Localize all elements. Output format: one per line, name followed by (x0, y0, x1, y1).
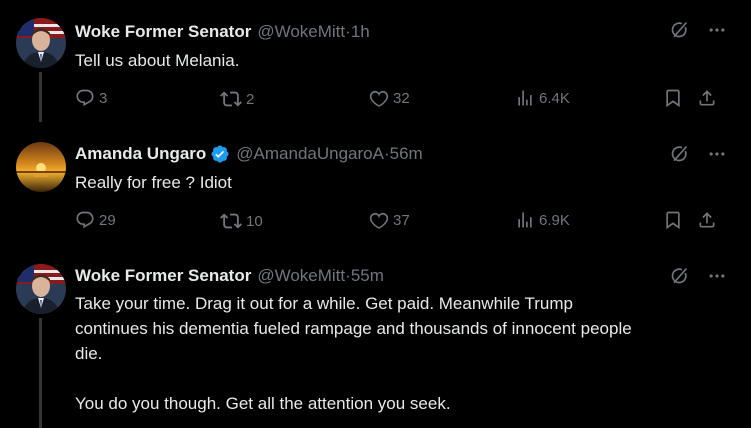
views-count: 6.9K (539, 211, 570, 229)
reply-button[interactable]: 3 (75, 88, 107, 108)
like-button[interactable]: 32 (369, 88, 410, 108)
tweet-text-line: Take your time. Drag it out for a while.… (75, 294, 573, 313)
tweet-top-actions (669, 266, 727, 286)
bookmark-button[interactable] (663, 210, 683, 230)
like-count: 37 (393, 211, 410, 229)
views-button[interactable]: 6.4K (515, 88, 570, 108)
like-icon (369, 88, 389, 108)
retweet-button[interactable]: 2 (220, 88, 254, 110)
grok-icon[interactable] (669, 144, 689, 164)
like-button[interactable]: 37 (369, 210, 410, 230)
tweet-top-actions (669, 144, 727, 164)
tweet-text-line: die. (75, 344, 103, 363)
retweet-icon (220, 88, 242, 110)
tweet-text: Take your time. Drag it out for a while.… (75, 291, 735, 416)
tweet-header: Amanda Ungaro @AmandaUngaroA · 56m (75, 142, 423, 166)
reply-count: 29 (99, 211, 116, 229)
views-count: 6.4K (539, 89, 570, 107)
user-handle[interactable]: @WokeMitt (257, 22, 345, 42)
bookmark-icon (663, 210, 683, 230)
display-name[interactable]: Woke Former Senator (75, 266, 251, 286)
bookmark-icon (663, 88, 683, 108)
views-button[interactable]: 6.9K (515, 210, 570, 230)
reply-button[interactable]: 29 (75, 210, 116, 230)
tweet-text: Really for free ? Idiot (75, 173, 232, 192)
views-icon (515, 88, 535, 108)
share-icon (697, 88, 717, 108)
share-button[interactable] (697, 210, 717, 230)
avatar[interactable] (16, 264, 66, 314)
reply-count: 3 (99, 89, 108, 107)
display-name[interactable]: Amanda Ungaro (75, 144, 206, 164)
share-button[interactable] (697, 88, 717, 108)
more-icon[interactable] (707, 144, 727, 164)
views-icon (515, 210, 535, 230)
tweet-text-blank-line (75, 366, 735, 391)
tweet-header: Woke Former Senator @WokeMitt · 1h (75, 20, 370, 44)
tweet-header: Woke Former Senator @WokeMitt · 55m (75, 264, 384, 288)
grok-icon[interactable] (669, 20, 689, 40)
timestamp[interactable]: 1h (351, 22, 370, 42)
avatar[interactable] (16, 18, 66, 68)
timestamp[interactable]: 55m (351, 266, 384, 286)
user-handle[interactable]: @AmandaUngaroA (236, 144, 384, 164)
tweet[interactable]: Woke Former Senator @WokeMitt · 55m Take… (0, 258, 751, 428)
user-handle[interactable]: @WokeMitt (257, 266, 345, 286)
share-icon (697, 210, 717, 230)
grok-icon[interactable] (669, 266, 689, 286)
verified-badge-icon (210, 144, 230, 164)
tweet-actions: 29 10 37 6.9K (75, 210, 725, 234)
reply-icon (75, 88, 95, 108)
retweet-icon (220, 210, 242, 232)
tweet[interactable]: Woke Former Senator @WokeMitt · 1h Tell … (0, 0, 751, 130)
bookmark-button[interactable] (663, 88, 683, 108)
tweet-text-line: You do you though. Get all the attention… (75, 394, 451, 413)
tweet-actions: 3 2 32 6.4K (75, 88, 725, 112)
display-name[interactable]: Woke Former Senator (75, 22, 251, 42)
retweet-count: 10 (246, 212, 263, 230)
tweet-text: Tell us about Melania. (75, 51, 240, 70)
tweet[interactable]: Amanda Ungaro @AmandaUngaroA · 56m Reall… (0, 130, 751, 258)
retweet-count: 2 (246, 90, 255, 108)
timestamp[interactable]: 56m (390, 144, 423, 164)
like-count: 32 (393, 89, 410, 107)
tweet-text-line: continues his dementia fueled rampage an… (75, 319, 632, 338)
more-icon[interactable] (707, 266, 727, 286)
avatar[interactable] (16, 142, 66, 192)
retweet-button[interactable]: 10 (220, 210, 263, 232)
reply-icon (75, 210, 95, 230)
like-icon (369, 210, 389, 230)
conversation-thread: Woke Former Senator @WokeMitt · 1h Tell … (0, 0, 751, 428)
more-icon[interactable] (707, 20, 727, 40)
tweet-top-actions (669, 20, 727, 40)
